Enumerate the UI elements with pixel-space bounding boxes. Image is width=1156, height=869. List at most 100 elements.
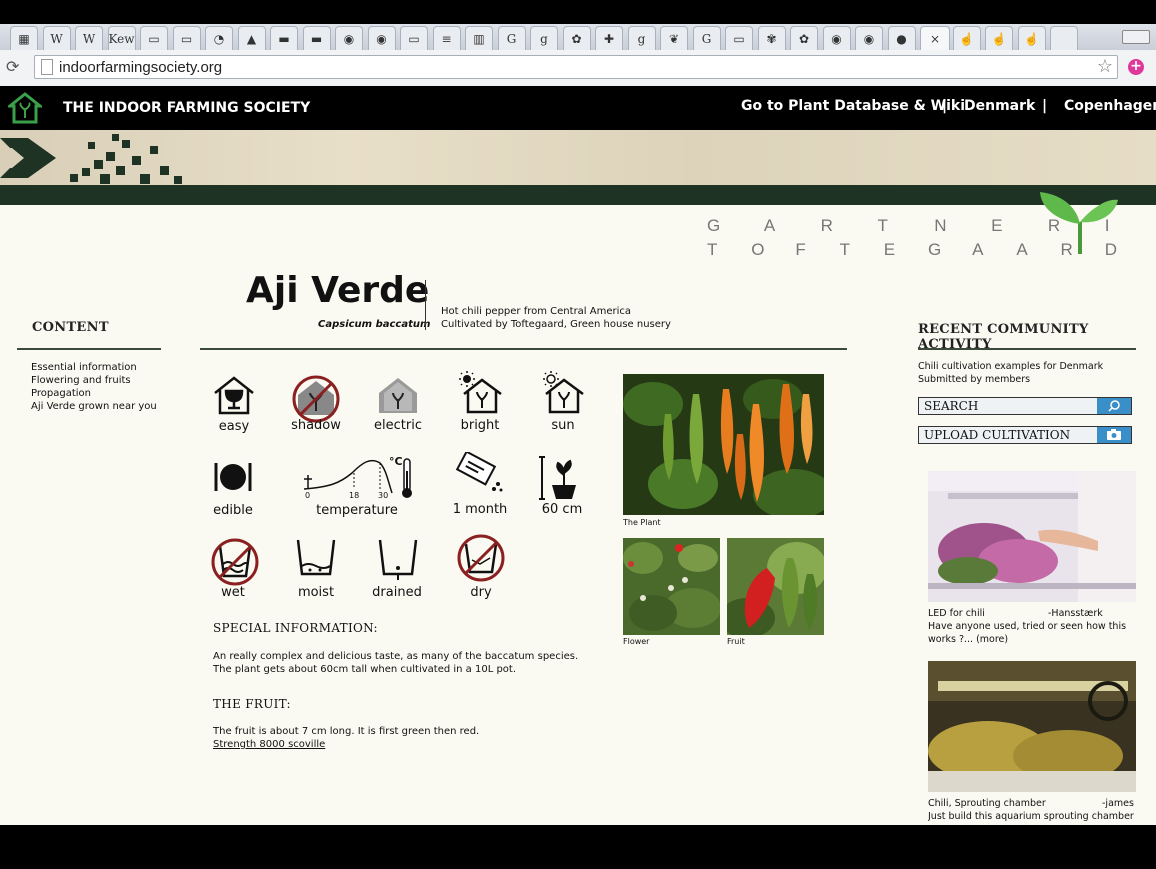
- window-controls[interactable]: [1116, 26, 1156, 44]
- fruit-text: The fruit is about 7 cm long. It is firs…: [213, 726, 480, 737]
- browser-tab[interactable]: ☝: [1017, 26, 1046, 50]
- browser-tab[interactable]: ▭: [140, 26, 168, 50]
- temp-tick-0: 0: [305, 491, 311, 500]
- browser-tab[interactable]: W: [42, 26, 71, 50]
- browser-tab[interactable]: G: [692, 26, 721, 50]
- browser-tab[interactable]: ◉: [822, 26, 851, 50]
- easy-house-icon: [214, 376, 254, 415]
- browser-tab[interactable]: ◉: [335, 26, 363, 50]
- brand-letter: E: [883, 240, 896, 259]
- special-info-text-1: An really complex and delicious taste, a…: [213, 651, 579, 662]
- content-link-propagation[interactable]: Propagation: [31, 387, 91, 400]
- browser-tab[interactable]: ◉: [367, 26, 396, 50]
- scoville-link[interactable]: Strength 8000 scoville: [213, 738, 325, 751]
- extension-plus-icon[interactable]: +: [1128, 59, 1144, 75]
- bookmark-star-icon[interactable]: ☆: [1097, 56, 1113, 77]
- post-title-led[interactable]: LED for chili: [928, 607, 985, 620]
- banner-pattern-graphic: [0, 134, 182, 184]
- site-name[interactable]: THE INDOOR FARMING SOCIETY: [63, 100, 310, 116]
- brand-letter: E: [991, 216, 1003, 235]
- browser-tab[interactable]: ✿: [562, 26, 591, 50]
- title-divider: [425, 280, 426, 330]
- content-link-grown-near[interactable]: Aji Verde grown near you: [31, 400, 157, 413]
- flower-photo[interactable]: [623, 538, 720, 635]
- reload-icon[interactable]: ⟳: [6, 58, 24, 76]
- content-sidebar-rule: [17, 348, 161, 350]
- browser-tab[interactable]: g: [530, 26, 558, 50]
- browser-tab[interactable]: ▦: [10, 26, 38, 50]
- fruit-photo[interactable]: [727, 538, 824, 635]
- browser-tab[interactable]: ☝: [952, 26, 981, 50]
- content-link-flowering[interactable]: Flowering and fruits: [31, 374, 131, 387]
- dry-soil-crossed-icon: [457, 534, 505, 582]
- nav-country-link[interactable]: Denmark: [964, 98, 1035, 114]
- icon-label-bright: bright: [460, 418, 500, 433]
- site-logo-house-icon[interactable]: [8, 92, 42, 124]
- brand-letter: A: [1016, 240, 1028, 259]
- camera-icon: [1107, 429, 1121, 440]
- brand-letter: O: [751, 240, 765, 259]
- icon-label-wet: wet: [221, 585, 245, 600]
- brand-letter: A: [763, 216, 776, 235]
- plant-latin-name: Capsicum baccatum: [318, 319, 431, 330]
- temp-tick-18: 18: [349, 491, 360, 500]
- search-icon: [1108, 400, 1120, 412]
- search-button[interactable]: [1097, 398, 1131, 414]
- nav-plant-database-link[interactable]: Go to Plant Database & Wiki: [741, 98, 965, 114]
- special-info-heading: SPECIAL INFORMATION:: [213, 621, 378, 635]
- brand-letter: G: [707, 216, 721, 235]
- post-photo-sprouting[interactable]: [928, 661, 1136, 792]
- address-bar[interactable]: indoorfarmingsociety.org ☆: [34, 55, 1118, 79]
- browser-tab[interactable]: ▭: [400, 26, 428, 50]
- nav-city-link[interactable]: Copenhagen: [1064, 98, 1156, 114]
- content-heading: CONTENT: [32, 320, 109, 335]
- browser-tab[interactable]: ▥: [465, 26, 493, 50]
- tab-active[interactable]: ×: [920, 26, 950, 50]
- photo-caption-flower: Flower: [623, 637, 650, 646]
- upload-button[interactable]: [1097, 427, 1131, 443]
- seed-packet-pouring-icon: [455, 452, 503, 492]
- activity-rule: [918, 348, 1136, 350]
- icon-label-edible: edible: [213, 503, 253, 518]
- brand-letter: T: [707, 240, 718, 259]
- browser-tab[interactable]: ✾: [757, 26, 786, 50]
- browser-tab[interactable]: ☝: [985, 26, 1013, 50]
- new-tab-button[interactable]: [1050, 26, 1078, 50]
- browser-tab[interactable]: ✚: [595, 26, 623, 50]
- plant-description-line1: Hot chili pepper from Central America: [441, 306, 632, 317]
- browser-tab[interactable]: ▭: [172, 26, 201, 50]
- browser-tab[interactable]: ✿: [790, 26, 818, 50]
- browser-tab[interactable]: ◔: [205, 26, 233, 50]
- content-link-essential[interactable]: Essential information: [31, 361, 137, 374]
- wet-soil-crossed-icon: [211, 538, 259, 586]
- icon-label-dry: dry: [470, 585, 492, 600]
- upload-cultivation-field[interactable]: UPLOAD CULTIVATION: [918, 426, 1132, 444]
- post-text-led-2[interactable]: works ?... (more): [928, 633, 1008, 646]
- moist-soil-icon: [296, 539, 336, 576]
- search-input[interactable]: SEARCH: [918, 397, 1132, 415]
- post-photo-led[interactable]: [928, 471, 1136, 602]
- browser-tab[interactable]: G: [497, 26, 526, 50]
- post-author-led[interactable]: -Hansstærk: [1048, 607, 1103, 620]
- browser-tab[interactable]: ●: [887, 26, 916, 50]
- minimize-icon[interactable]: [1122, 30, 1150, 44]
- brand-letter: T: [839, 240, 850, 259]
- plant-photo[interactable]: [623, 374, 824, 515]
- browser-tab[interactable]: ≡: [432, 26, 461, 50]
- fruit-heading: THE FRUIT:: [213, 697, 291, 711]
- browser-tab[interactable]: ▭: [725, 26, 753, 50]
- header-green-stripe: [0, 185, 1156, 205]
- browser-tab[interactable]: ◉: [855, 26, 883, 50]
- browser-tab[interactable]: g: [627, 26, 656, 50]
- browser-tab[interactable]: ▬: [302, 26, 331, 50]
- browser-tab[interactable]: ▲: [237, 26, 266, 50]
- url-text: indoorfarmingsociety.org: [59, 58, 223, 76]
- browser-tab[interactable]: W: [75, 26, 103, 50]
- temp-unit: °C: [389, 455, 403, 468]
- special-info-text-2: The plant gets about 60cm tall when cult…: [213, 664, 517, 675]
- post-title-sprouting[interactable]: Chili, Sprouting chamber: [928, 797, 1046, 810]
- browser-tab[interactable]: ▬: [270, 26, 298, 50]
- browser-tab[interactable]: ❦: [660, 26, 688, 50]
- post-author-sprouting[interactable]: -james: [1102, 797, 1134, 810]
- browser-tab[interactable]: Kew: [107, 26, 136, 50]
